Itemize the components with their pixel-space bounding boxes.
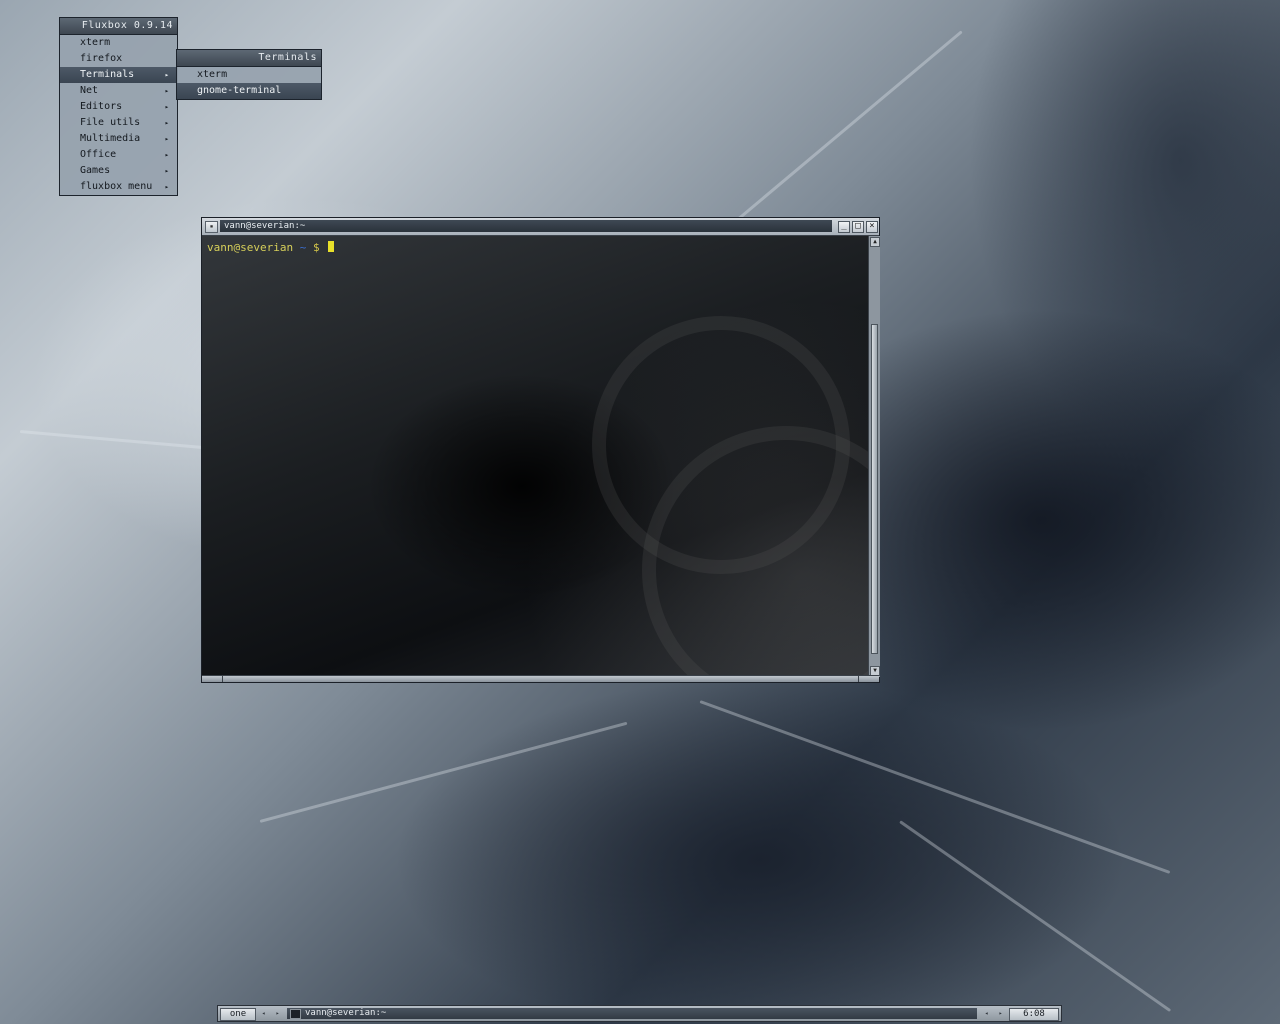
terminal-window: ▪ vann@severian:~ _ □ × vann@severian ~ … — [201, 217, 880, 683]
menu-item-file-utils[interactable]: File utils ▸ — [60, 115, 177, 131]
close-button[interactable]: × — [866, 221, 878, 233]
menu-item-xterm[interactable]: xterm — [60, 35, 177, 51]
menu-item-office[interactable]: Office ▸ — [60, 147, 177, 163]
prompt-symbol: $ — [312, 241, 320, 254]
menu-item-label: firefox — [80, 53, 123, 64]
menu-item-editors[interactable]: Editors ▸ — [60, 99, 177, 115]
submenu-arrow-icon: ▸ — [164, 151, 169, 159]
menu-item-label: Multimedia — [80, 133, 141, 144]
submenu-item-xterm[interactable]: xterm — [177, 67, 321, 83]
terminals-submenu: Terminals xterm gnome-terminal — [176, 49, 322, 100]
resize-grip-right[interactable] — [858, 676, 879, 682]
prompt-user: vann@severian — [207, 241, 294, 254]
menu-item-fluxbox-menu[interactable]: fluxbox menu ▸ — [60, 179, 177, 195]
menu-item-firefox[interactable]: firefox — [60, 51, 177, 67]
taskbar-item[interactable]: vann@severian:~ — [287, 1008, 977, 1019]
minimize-button[interactable]: _ — [838, 221, 850, 233]
scroll-up-icon[interactable]: ▲ — [870, 237, 880, 247]
terminal-content[interactable]: vann@severian ~ $ — [202, 236, 868, 677]
menu-item-games[interactable]: Games ▸ — [60, 163, 177, 179]
menu-item-label: gnome-terminal — [197, 85, 282, 96]
next-workspace-icon[interactable]: ▸ — [272, 1008, 283, 1019]
submenu-arrow-icon: ▸ — [164, 71, 169, 79]
window-titlebar[interactable]: ▪ vann@severian:~ _ □ × — [202, 218, 879, 236]
maximize-button[interactable]: □ — [852, 221, 864, 233]
prompt-dir: ~ — [293, 241, 313, 254]
menu-title: Fluxbox 0.9.14 — [60, 18, 177, 35]
menu-item-label: Games — [80, 165, 111, 176]
menu-item-label: fluxbox menu — [80, 181, 153, 192]
workspace-name[interactable]: one — [220, 1008, 256, 1021]
window-resize-handle[interactable] — [202, 675, 879, 682]
fluxbox-toolbar: one ◂ ▸ vann@severian:~ ◂ ▸ 6:08 — [217, 1005, 1062, 1022]
taskbar-item-label: vann@severian:~ — [305, 1008, 387, 1018]
submenu-arrow-icon: ▸ — [164, 167, 169, 175]
terminal-scrollbar[interactable]: ▲ ▼ — [868, 236, 880, 677]
scroll-thumb[interactable] — [871, 324, 878, 654]
submenu-arrow-icon: ▸ — [164, 103, 169, 111]
menu-item-multimedia[interactable]: Multimedia ▸ — [60, 131, 177, 147]
prev-workspace-icon[interactable]: ◂ — [258, 1008, 269, 1019]
submenu-arrow-icon: ▸ — [164, 119, 169, 127]
next-window-icon[interactable]: ▸ — [995, 1008, 1006, 1019]
menu-item-label: xterm — [197, 69, 228, 80]
menu-item-label: Net — [80, 85, 99, 96]
prev-window-icon[interactable]: ◂ — [981, 1008, 992, 1019]
menu-item-terminals[interactable]: Terminals ▸ — [60, 67, 177, 83]
submenu-title: Terminals — [177, 50, 321, 67]
fluxbox-root-menu: Fluxbox 0.9.14 xterm firefox Terminals ▸… — [59, 17, 178, 196]
window-title[interactable]: vann@severian:~ — [220, 220, 832, 232]
wallpaper-streak — [259, 721, 628, 823]
shell-prompt: vann@severian ~ $ — [207, 241, 335, 255]
menu-item-label: xterm — [80, 37, 111, 48]
submenu-arrow-icon: ▸ — [164, 135, 169, 143]
menu-item-label: Office — [80, 149, 117, 160]
menu-item-net[interactable]: Net ▸ — [60, 83, 177, 99]
submenu-arrow-icon: ▸ — [164, 183, 169, 191]
menu-item-label: Editors — [80, 101, 123, 112]
resize-grip-left[interactable] — [202, 676, 223, 682]
terminal-icon — [290, 1009, 301, 1019]
menu-item-label: File utils — [80, 117, 141, 128]
submenu-item-gnome-terminal[interactable]: gnome-terminal — [177, 83, 321, 99]
wallpaper-streak — [899, 820, 1172, 1013]
clock: 6:08 — [1009, 1008, 1059, 1021]
menu-item-label: Terminals — [80, 69, 135, 80]
submenu-arrow-icon: ▸ — [164, 87, 169, 95]
text-cursor — [328, 241, 335, 252]
window-menu-button[interactable]: ▪ — [205, 221, 218, 233]
